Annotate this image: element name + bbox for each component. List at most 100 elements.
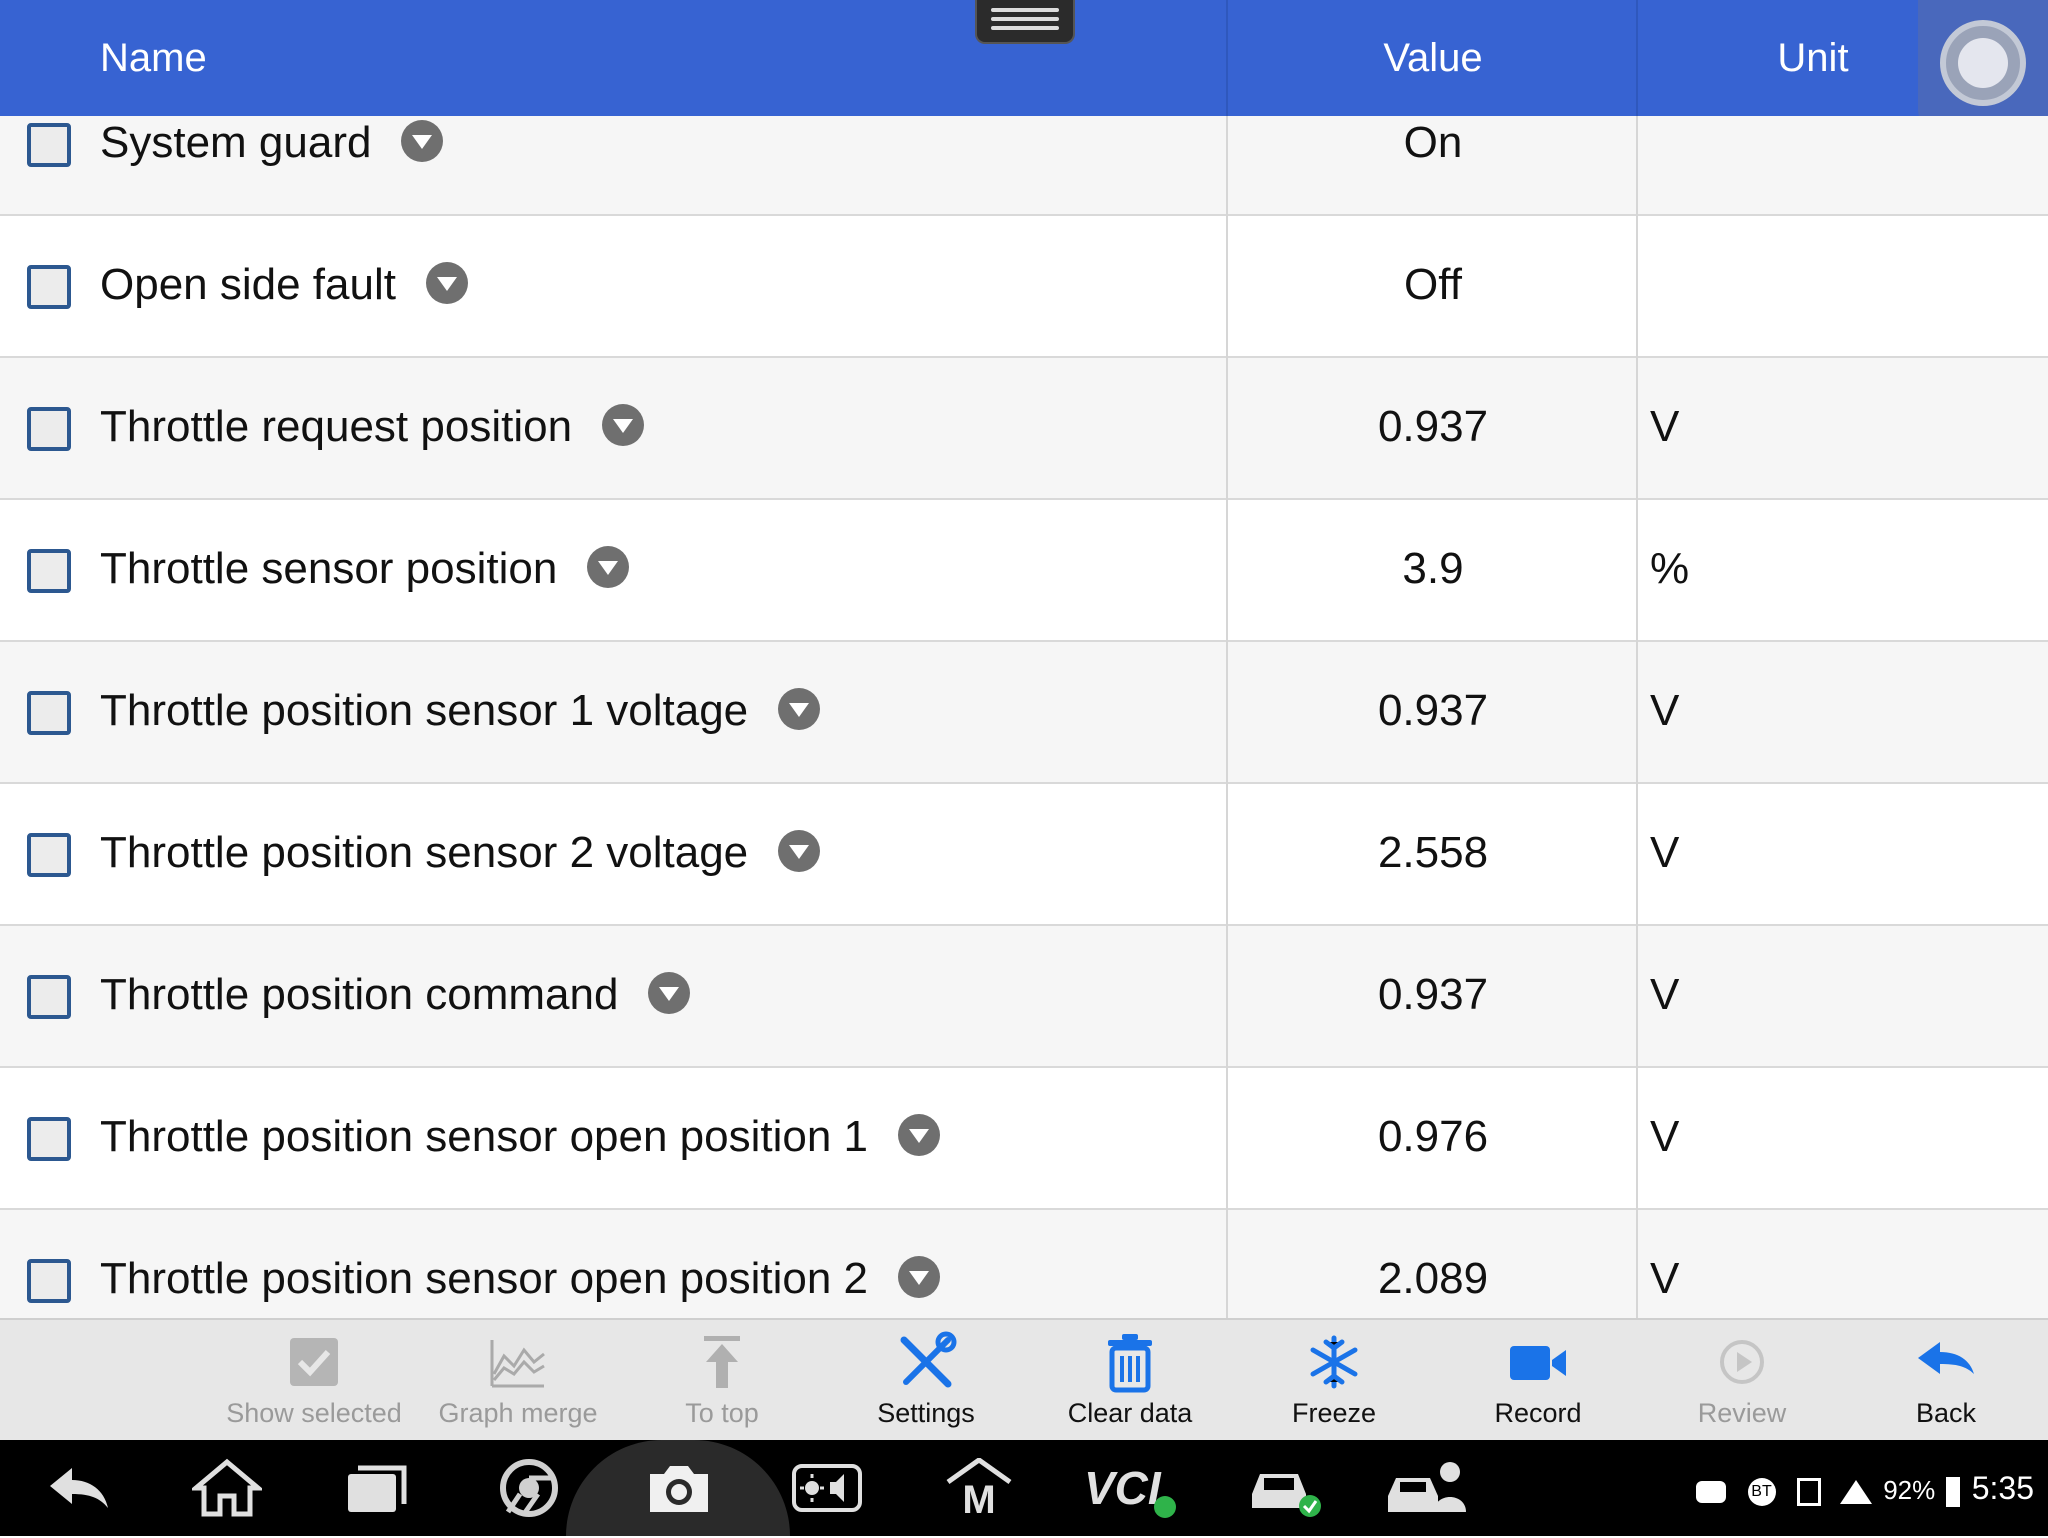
wrench-screwdriver-icon [900,1331,957,1388]
parameter-value: 0.937 [1377,970,1489,1019]
column-divider [1636,116,1638,1318]
expand-dropdown-icon[interactable] [401,120,444,163]
parameter-value: 2.558 [1377,828,1489,877]
clear-data-button[interactable]: Clear data [1028,1320,1232,1440]
expand-dropdown-icon[interactable] [778,830,821,873]
table-row[interactable]: Throttle position command 0.937 V [0,926,2048,1068]
expand-dropdown-icon[interactable] [602,404,645,447]
name-column-header: Name [100,36,207,80]
expand-dropdown-icon[interactable] [425,262,468,305]
parameter-name: System guard [100,118,372,167]
data-stream-table: System guard On Open side fault Off Thro… [0,116,2048,1318]
parameter-unit: V [1650,1112,1680,1161]
parameter-value: 0.937 [1377,686,1489,735]
system-navigation-bar: M VCI BT 92% 5:35 [0,1440,2048,1536]
parameter-unit: V [1650,686,1680,735]
parameter-unit: V [1650,970,1680,1019]
value-column-header: Value [1383,36,1483,80]
parameter-unit: V [1650,828,1680,877]
row-checkbox[interactable] [27,833,71,877]
row-checkbox[interactable] [27,1117,71,1161]
to-top-label: To top [685,1398,759,1428]
record-label: Record [1494,1398,1582,1428]
status-bar: BT 92% 5:35 [1696,1440,2034,1536]
expand-dropdown-icon[interactable] [898,1256,941,1299]
wifi-icon [1839,1480,1872,1505]
expand-dropdown-icon[interactable] [778,688,821,731]
parameter-name: Throttle sensor position [100,544,558,593]
table-row[interactable]: Throttle position sensor open position 1… [0,1068,2048,1210]
freeze-label: Freeze [1291,1398,1377,1428]
car-user-icon[interactable] [1384,1458,1470,1518]
chrome-icon[interactable] [494,1458,564,1518]
parameter-value: 3.9 [1402,544,1464,593]
vci-icon[interactable]: VCI [1084,1458,1180,1518]
table-row[interactable]: System guard On [0,116,2048,216]
back-arrow-icon [1918,1342,1974,1374]
brightness-volume-icon[interactable] [792,1458,862,1518]
row-checkbox[interactable] [27,123,71,167]
parameter-name: Throttle position sensor 2 voltage [100,828,749,877]
freeze-button[interactable]: Freeze [1232,1320,1436,1440]
maxifix-m-icon[interactable]: M [944,1458,1014,1522]
parameter-unit: V [1650,402,1680,451]
car-icon[interactable] [1244,1458,1324,1518]
review-label: Review [1697,1398,1787,1428]
row-checkbox[interactable] [27,549,71,593]
graph-merge-button[interactable]: Graph merge [416,1320,620,1440]
snowflake-icon [1310,1335,1358,1389]
drag-handle-icon[interactable] [975,0,1075,44]
expand-dropdown-icon[interactable] [587,546,630,589]
clear-data-label: Clear data [1067,1398,1193,1428]
battery-percent: 92% [1883,1475,1936,1505]
battery-icon [1946,1477,1961,1508]
expand-dropdown-icon[interactable] [648,972,691,1015]
camera-icon[interactable] [644,1458,714,1518]
show-selected-button[interactable]: Show selected [212,1320,416,1440]
row-checkbox[interactable] [27,691,71,735]
row-checkbox[interactable] [27,265,71,309]
record-button[interactable]: Record [1436,1320,1640,1440]
function-toolbar: Show selected Graph merge To top Setting… [0,1318,2048,1440]
parameter-value: Off [1404,260,1462,309]
parameter-value: 2.089 [1377,1254,1489,1303]
assistive-touch-button[interactable] [1918,0,2048,130]
graph-merge-label: Graph merge [438,1398,598,1428]
row-checkbox[interactable] [27,1259,71,1303]
table-row[interactable]: Throttle position sensor 2 voltage 2.558… [0,784,2048,926]
back-arrow-icon[interactable] [44,1458,114,1518]
parameter-unit: V [1650,1254,1680,1303]
row-checkbox[interactable] [27,975,71,1019]
row-checkbox[interactable] [27,407,71,451]
connected-check-icon [1154,1496,1176,1518]
checkbox-check-icon [290,1338,338,1386]
clock: 5:35 [1971,1470,2034,1506]
show-selected-label: Show selected [226,1398,402,1428]
parameter-name: Throttle position sensor 1 voltage [100,686,749,735]
table-row[interactable]: Throttle request position 0.937 V [0,358,2048,500]
review-button[interactable]: Review [1640,1320,1844,1440]
play-circle-icon [1720,1340,1764,1384]
table-row[interactable]: Throttle sensor position 3.9 % [0,500,2048,642]
parameter-name: Throttle position command [100,970,619,1019]
back-button[interactable]: Back [1844,1320,2048,1440]
parameter-name: Open side fault [100,260,396,309]
home-icon[interactable] [192,1458,262,1518]
trash-icon [1108,1334,1152,1393]
table-row[interactable]: Throttle position sensor 1 voltage 0.937… [0,642,2048,784]
settings-button[interactable]: Settings [824,1320,1028,1440]
recent-apps-icon[interactable] [342,1458,412,1518]
video-camera-icon [1510,1346,1566,1380]
table-header: Name Value Unit [0,0,2048,130]
parameter-unit: % [1650,544,1690,593]
expand-dropdown-icon[interactable] [898,1114,941,1157]
bluetooth-badge: BT [1747,1478,1776,1507]
table-row[interactable]: Throttle position sensor open position 2… [0,1210,2048,1318]
to-top-button[interactable]: To top [620,1320,824,1440]
no-sim-icon [1796,1478,1821,1507]
parameter-name: Throttle position sensor open position 1 [100,1112,869,1161]
settings-label: Settings [877,1398,975,1428]
graph-merge-icon [490,1340,545,1388]
table-row[interactable]: Open side fault Off [0,216,2048,358]
parameter-value: 0.937 [1377,402,1489,451]
